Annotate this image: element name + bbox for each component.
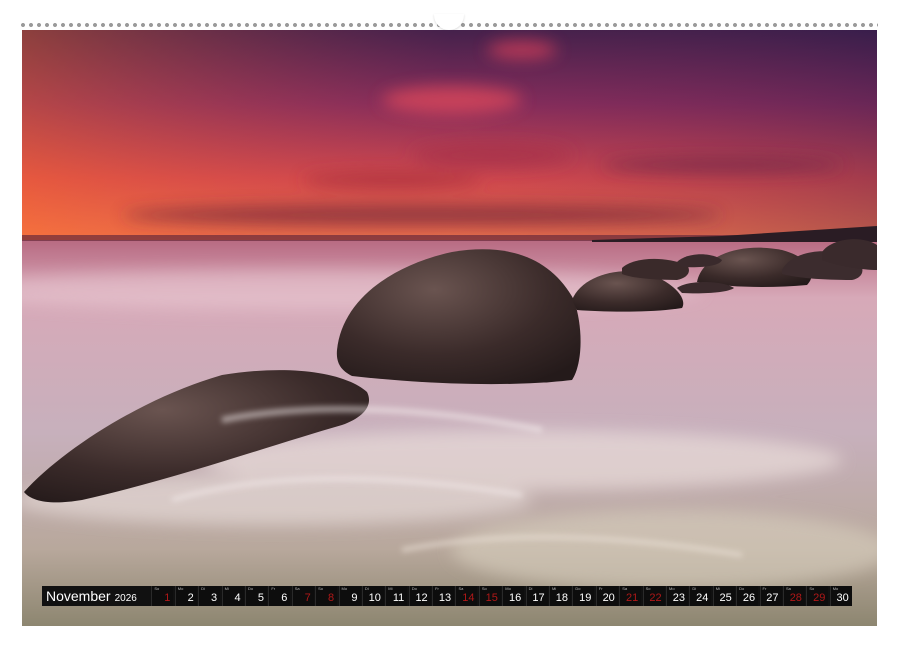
- year-label: 2026: [114, 593, 137, 604]
- calendar-day: Fr 27: [759, 586, 782, 606]
- weekday-label: Do: [411, 586, 417, 591]
- weekday-label: Sa: [785, 586, 791, 591]
- calendar-day: So 22: [642, 586, 665, 606]
- day-number: 9: [351, 592, 358, 604]
- day-number: 27: [766, 592, 779, 604]
- weekday-label: So: [481, 586, 487, 591]
- day-number: 14: [462, 592, 475, 604]
- day-number: 23: [672, 592, 685, 604]
- calendar-day: Mo 23: [665, 586, 688, 606]
- calendar-day: Mo 16: [502, 586, 525, 606]
- day-number: 7: [304, 592, 311, 604]
- calendar-day: Fr 13: [432, 586, 455, 606]
- calendar-day: So 8: [315, 586, 338, 606]
- calendar-day: Di 24: [689, 586, 712, 606]
- day-number: 28: [789, 592, 802, 604]
- calendar-day: Do 5: [244, 586, 267, 606]
- weekday-label: Sa: [294, 586, 300, 591]
- seascape-photo: [22, 30, 877, 626]
- weekday-label: Do: [575, 586, 581, 591]
- weekday-label: Mi: [388, 586, 393, 591]
- day-number: 11: [392, 592, 405, 604]
- weekday-label: Di: [201, 586, 205, 591]
- weekday-label: Sa: [622, 586, 628, 591]
- weekday-label: So: [645, 586, 651, 591]
- day-number: 2: [187, 592, 194, 604]
- calendar-day: Di 10: [361, 586, 384, 606]
- spiral-binding: [20, 14, 878, 30]
- calendar-day: Sa 7: [291, 586, 314, 606]
- day-number: 4: [234, 592, 241, 604]
- weekday-label: Do: [739, 586, 745, 591]
- weekday-label: Fr: [598, 586, 603, 591]
- calendar-day: Di 17: [525, 586, 548, 606]
- weekday-label: Fr: [271, 586, 276, 591]
- day-number: 30: [836, 592, 849, 604]
- day-number: 17: [532, 592, 545, 604]
- day-number: 6: [281, 592, 288, 604]
- day-number: 12: [415, 592, 428, 604]
- weekday-label: So: [809, 586, 815, 591]
- month-name: November: [46, 588, 111, 604]
- day-number: 5: [257, 592, 264, 604]
- weekday-label: Sa: [458, 586, 464, 591]
- calendar-day: So 29: [806, 586, 829, 606]
- calendar-day: Do 26: [736, 586, 759, 606]
- day-number: 18: [555, 592, 569, 604]
- day-number: 29: [813, 592, 826, 604]
- calendar-day: Mi 25: [712, 586, 735, 606]
- weekday-label: Di: [692, 586, 697, 591]
- day-number: 24: [696, 592, 709, 604]
- calendar-day: Di 3: [198, 586, 221, 606]
- weekday-label: Di: [528, 586, 533, 591]
- weekday-label: Mi: [715, 586, 720, 591]
- calendar-day: Do 19: [572, 586, 595, 606]
- weekday-label: Mi: [224, 586, 229, 591]
- calendar-day: Mi 4: [221, 586, 244, 606]
- day-number: 20: [602, 592, 615, 604]
- day-number: 26: [742, 592, 756, 604]
- weekday-label: Fr: [435, 586, 439, 591]
- weekday-label: Mo: [341, 586, 348, 591]
- calendar-day: Mo 2: [174, 586, 197, 606]
- calendar-day: Sa 21: [619, 586, 642, 606]
- weekday-label: Mo: [832, 586, 839, 591]
- calendar-day: Do 12: [408, 586, 431, 606]
- day-number: 19: [579, 592, 592, 604]
- day-number: 10: [368, 592, 381, 604]
- calendar-day: Sa 14: [455, 586, 478, 606]
- weekday-label: Mo: [177, 586, 184, 591]
- weekday-label: Mo: [668, 586, 675, 591]
- day-number: 3: [211, 592, 218, 604]
- day-number: 15: [485, 592, 498, 604]
- weekday-label: Di: [364, 586, 369, 591]
- weekday-label: Fr: [762, 586, 767, 591]
- day-number: 1: [164, 592, 171, 604]
- day-number: 13: [438, 592, 452, 604]
- calendar-day: Mi 11: [385, 586, 408, 606]
- seascape-sunset-rocks-icon: [22, 30, 877, 626]
- calendar-day: Mi 18: [549, 586, 572, 606]
- weekday-label: Mo: [505, 586, 511, 591]
- day-number: 25: [719, 592, 732, 604]
- weekday-label: So: [318, 586, 324, 591]
- calendar-day: Fr 6: [268, 586, 291, 606]
- day-number: 8: [328, 592, 335, 604]
- calendar-month-label: November 2026: [42, 586, 150, 606]
- calendar-days: So 1 Mo 2 Di 3 Mi 4 Do 5 Fr 6 Sa 7 So 8 Mo 9 Di 10 Mi 11 Do 12 F…: [150, 586, 852, 606]
- calendar-strip: November 2026 So 1 Mo 2 Di 3 Mi 4 Do 5 Fr 6 Sa 7 So 8 Mo…: [42, 586, 852, 606]
- weekday-label: Do: [247, 586, 254, 591]
- calendar-day: So 15: [478, 586, 501, 606]
- calendar-day: Sa 28: [782, 586, 805, 606]
- calendar-day: Mo 30: [829, 586, 852, 606]
- weekday-label: So: [154, 586, 160, 591]
- calendar-day: Mo 9: [338, 586, 361, 606]
- day-number: 22: [649, 592, 662, 604]
- calendar-day: So 1: [151, 586, 174, 606]
- day-number: 21: [625, 592, 639, 604]
- weekday-label: Mi: [552, 586, 557, 591]
- calendar-day: Fr 20: [595, 586, 618, 606]
- day-number: 16: [509, 592, 522, 604]
